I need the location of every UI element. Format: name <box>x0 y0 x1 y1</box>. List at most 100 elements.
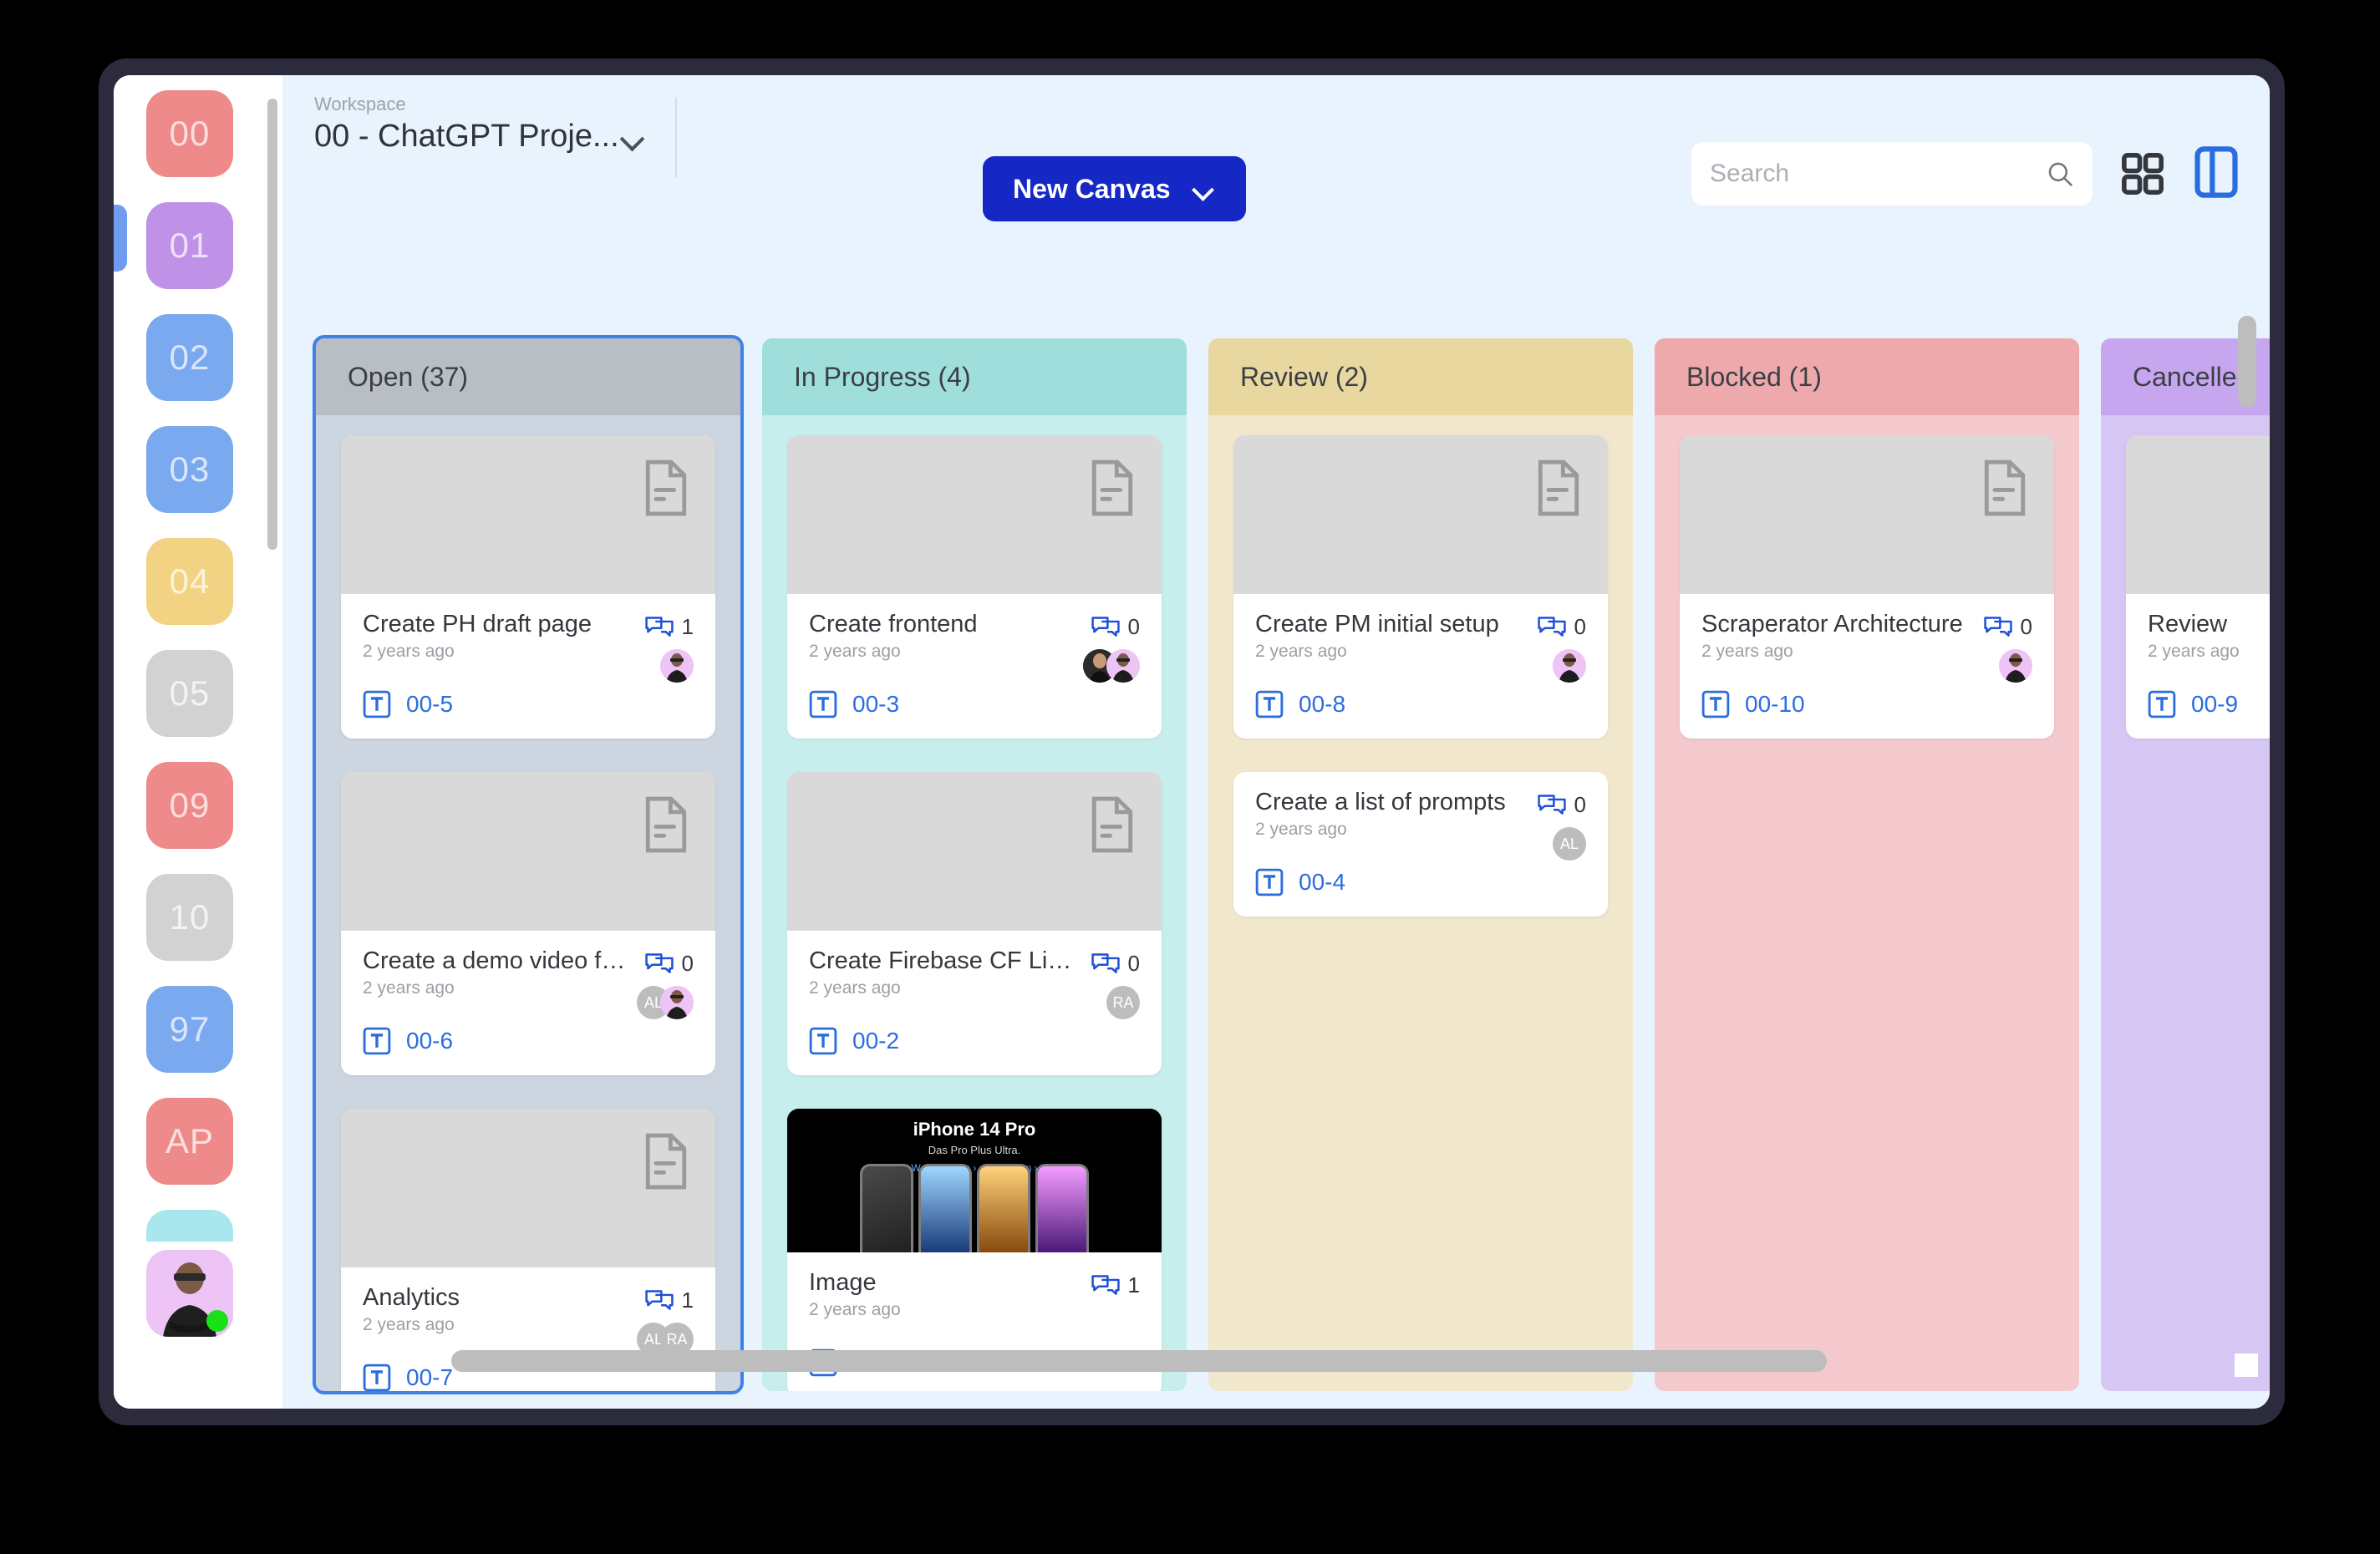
sidebar-space-label: 09 <box>169 785 211 825</box>
column-title: Cancelled <box>2133 361 2252 392</box>
kanban-column[interactable]: Cancelled Review2 years ago000-9 <box>2101 338 2270 1391</box>
sidebar-space-10[interactable]: 10 <box>146 874 233 961</box>
sidebar-space-97[interactable]: 97 <box>146 986 233 1073</box>
toolbar-divider <box>675 97 677 177</box>
user-avatar[interactable] <box>146 1250 233 1337</box>
document-icon <box>1091 796 1133 853</box>
kanban-card[interactable]: iPhone 14 ProDas Pro Plus Ultra.Weitere … <box>787 1109 1162 1391</box>
card-id: 00-6 <box>406 1028 454 1054</box>
kanban-column[interactable]: Review (2) Create PM initial setup 2 years… <box>1208 338 1633 1391</box>
comment-count: 0 <box>1127 951 1140 976</box>
card-title: Create PM initial setup <box>1255 611 1499 637</box>
card-timestamp: 2 years ago <box>809 1300 901 1319</box>
column-header: Open (37) <box>316 338 740 415</box>
comment-indicator[interactable]: 1 <box>644 1284 694 1313</box>
comment-indicator[interactable]: 0 <box>1091 611 1140 640</box>
card-assignees <box>1999 649 2032 683</box>
kanban-column[interactable]: In Progress (4) Create frontend 2 years ag… <box>762 338 1187 1391</box>
text-type-icon <box>1255 690 1284 719</box>
kanban-card[interactable]: Review2 years ago000-9 <box>2126 435 2270 739</box>
assignee-avatar[interactable] <box>1999 649 2032 683</box>
resize-handle[interactable] <box>2235 1353 2258 1377</box>
sidebar-space-01[interactable]: 01 <box>146 202 233 289</box>
kanban-card[interactable]: Create a demo video for PH la... 2 years … <box>341 772 715 1075</box>
card-id-row[interactable]: 00-2 <box>809 1027 1140 1055</box>
sidebar-space-partial[interactable] <box>146 1210 233 1242</box>
comment-indicator[interactable]: 0 <box>1983 611 2032 640</box>
card-id: 00-9 <box>2191 691 2239 717</box>
comment-icon <box>644 952 674 973</box>
sidebar-space-05[interactable]: 05 <box>146 650 233 737</box>
card-assignees: AL <box>637 986 694 1019</box>
comment-indicator[interactable]: 0 <box>1091 947 1140 977</box>
card-thumbnail <box>2126 435 2270 594</box>
kanban-card[interactable]: Create PM initial setup 2 years ago 0 00-8 <box>1233 435 1608 739</box>
grid-view-icon[interactable] <box>2119 150 2166 197</box>
assignee-avatar[interactable] <box>1553 649 1586 683</box>
card-thumbnail <box>341 1109 715 1267</box>
board-vertical-scrollbar[interactable] <box>2238 316 2256 408</box>
presence-dot <box>206 1310 228 1332</box>
card-id-row[interactable]: 00-9 <box>2148 690 2270 719</box>
kanban-card[interactable]: Create a list of prompts 2 years ago 0 AL 00… <box>1233 772 1608 917</box>
kanban-card[interactable]: Create frontend 2 years ago 0 00-3 <box>787 435 1162 739</box>
comment-indicator[interactable]: 0 <box>1537 611 1586 640</box>
kanban-column[interactable]: Blocked (1) Scraperator Architecture 2 yea… <box>1655 338 2079 1391</box>
document-icon <box>1091 460 1133 516</box>
assignee-avatar[interactable]: AL <box>1553 827 1586 861</box>
assignee-avatar[interactable] <box>660 986 694 1019</box>
kanban-card[interactable]: Create Firebase CF LinkedIn p... 2 years … <box>787 772 1162 1075</box>
document-icon <box>1984 460 2026 516</box>
comment-icon <box>1537 616 1566 637</box>
kanban-card[interactable]: Analytics 2 years ago 1 AL RA 00-7 <box>341 1109 715 1391</box>
card-id-row[interactable]: 00-8 <box>1255 690 1586 719</box>
card-timestamp: 2 years ago <box>2148 642 2240 661</box>
assignee-avatar[interactable] <box>660 649 694 683</box>
board-horizontal-scrollbar[interactable] <box>451 1350 1827 1372</box>
assignee-avatar[interactable]: RA <box>1106 986 1140 1019</box>
comment-indicator[interactable]: 1 <box>1091 1269 1140 1298</box>
kanban-column[interactable]: Open (37) Create PH draft page 2 years ago… <box>313 335 744 1394</box>
comment-icon <box>1537 794 1566 815</box>
sidebar-space-02[interactable]: 02 <box>146 314 233 401</box>
comment-indicator[interactable]: 0 <box>644 947 694 977</box>
workspace-selector[interactable]: Workspace 00 - ChatGPT Proje... <box>314 94 672 185</box>
card-id-row[interactable]: 00-3 <box>809 690 1140 719</box>
new-canvas-label: New Canvas <box>1013 173 1171 204</box>
sidebar-space-label: AP <box>165 1121 215 1160</box>
comment-count: 0 <box>1574 792 1586 817</box>
search-box[interactable] <box>1691 142 2093 206</box>
card-id-row[interactable]: 00-5 <box>363 690 694 719</box>
card-assignees <box>1553 649 1586 683</box>
sidebar-scrollbar[interactable] <box>267 99 277 550</box>
card-id: 00-7 <box>406 1364 454 1390</box>
sidebar-space-AP[interactable]: AP <box>146 1098 233 1185</box>
card-title: Create frontend <box>809 611 978 637</box>
card-timestamp: 2 years ago <box>809 642 901 661</box>
comment-icon <box>1983 616 2012 637</box>
assignee-avatar[interactable] <box>1106 649 1140 683</box>
sidebar-space-03[interactable]: 03 <box>146 426 233 513</box>
app-window: 00 01 02 03 04 05 09 10 97 AP Workspace 00 - Chat… <box>114 75 2270 1409</box>
board-view-icon[interactable] <box>2194 146 2238 198</box>
document-icon <box>645 460 687 516</box>
search-input[interactable] <box>1710 160 2046 188</box>
card-title: Create Firebase CF LinkedIn p... <box>809 947 1085 974</box>
card-id-row[interactable]: 00-4 <box>1255 868 1586 896</box>
card-id: 00-3 <box>852 691 900 717</box>
card-id-row[interactable]: 00-10 <box>1701 690 2032 719</box>
text-type-icon <box>363 1364 391 1391</box>
kanban-card[interactable]: Scraperator Architecture 2 years ago 0 00-1… <box>1680 435 2054 739</box>
kanban-card[interactable]: Create PH draft page 2 years ago 1 00-5 <box>341 435 715 739</box>
column-header: Blocked (1) <box>1655 338 2079 415</box>
comment-indicator[interactable]: 0 <box>1537 789 1586 818</box>
sidebar-space-00[interactable]: 00 <box>146 90 233 177</box>
sidebar-space-09[interactable]: 09 <box>146 762 233 849</box>
card-title: Analytics <box>363 1284 460 1311</box>
comment-indicator[interactable]: 1 <box>644 611 694 640</box>
sidebar-space-label: 05 <box>169 673 211 713</box>
new-canvas-button[interactable]: New Canvas <box>983 156 1246 221</box>
workspace-label: Workspace <box>314 94 406 114</box>
card-id-row[interactable]: 00-6 <box>363 1027 694 1055</box>
sidebar-space-04[interactable]: 04 <box>146 538 233 625</box>
